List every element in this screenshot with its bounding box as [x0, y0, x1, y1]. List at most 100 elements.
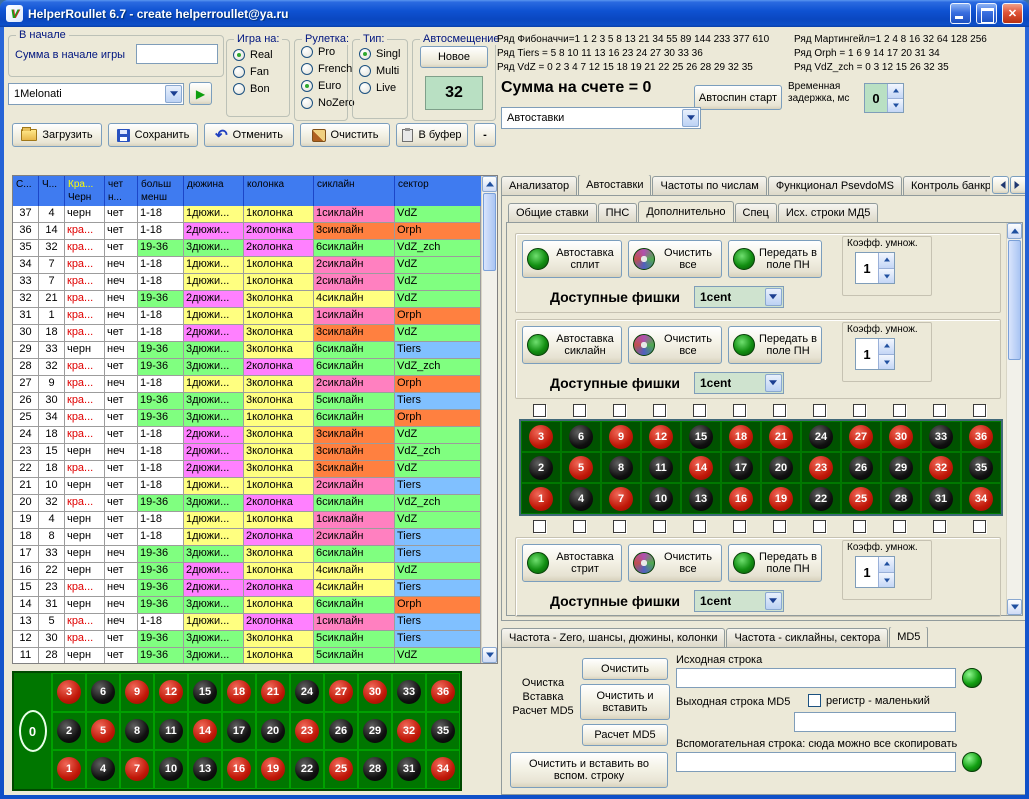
- board-cell[interactable]: 13: [188, 750, 222, 789]
- board-cell[interactable]: 29: [881, 452, 921, 483]
- autospin-start-button[interactable]: Автоспин старт: [694, 85, 782, 110]
- type-option-singl[interactable]: Singl: [359, 48, 400, 60]
- spinner-arrows[interactable]: [878, 253, 894, 283]
- bet-checkbox[interactable]: [613, 520, 626, 533]
- board-cell[interactable]: 15: [681, 421, 721, 452]
- main-tab-1[interactable]: Анализатор: [501, 176, 577, 195]
- main-tab-5[interactable]: Контроль банкрол: [903, 176, 990, 195]
- history-row[interactable]: 1733черннеч19-363дюжи...3колонка6сиклайн…: [13, 546, 481, 563]
- clear-button[interactable]: Очистить: [300, 123, 390, 147]
- board-cell[interactable]: 13: [681, 483, 721, 514]
- spinner-up-icon[interactable]: [879, 557, 894, 573]
- md5-calc-button[interactable]: Расчет MD5: [582, 724, 668, 746]
- board-cell[interactable]: 34: [961, 483, 1001, 514]
- tabs-scroll-right-icon[interactable]: [1010, 176, 1025, 194]
- board-cell[interactable]: 32: [392, 712, 426, 751]
- board-cell[interactable]: 11: [154, 712, 188, 751]
- dropdown-arrow-icon[interactable]: [765, 592, 782, 610]
- bet-checkbox[interactable]: [773, 520, 786, 533]
- sub-tab-4[interactable]: Спец: [735, 203, 777, 222]
- autobet-button[interactable]: Автоставка стрит: [522, 544, 622, 582]
- board-cell[interactable]: 6: [86, 673, 120, 712]
- bet-checkbox[interactable]: [613, 404, 626, 417]
- dropdown-arrow-icon[interactable]: [765, 374, 782, 392]
- source-string-input[interactable]: [676, 668, 956, 688]
- spinner-up-icon[interactable]: [879, 253, 894, 269]
- transfer-button[interactable]: Передать в поле ПН: [728, 544, 822, 582]
- board-cell[interactable]: 14: [681, 452, 721, 483]
- board-cell[interactable]: 31: [392, 750, 426, 789]
- board-cell[interactable]: 36: [426, 673, 460, 712]
- board-cell[interactable]: 12: [641, 421, 681, 452]
- board-cell[interactable]: 8: [120, 712, 154, 751]
- column-header[interactable]: Ч...: [39, 176, 65, 206]
- dropdown-arrow-icon[interactable]: [765, 288, 782, 306]
- spinner-down-icon[interactable]: [888, 99, 903, 113]
- coef-spinner[interactable]: 1: [855, 252, 895, 284]
- undo-button[interactable]: ↶ Отменить: [204, 123, 294, 147]
- dropdown-arrow-icon[interactable]: [165, 85, 182, 103]
- board-zero-cell[interactable]: 0: [14, 673, 52, 789]
- history-row[interactable]: 2832кра...чет19-363дюжи...2колонка6сикла…: [13, 359, 481, 376]
- transfer-button[interactable]: Передать в поле ПН: [728, 240, 822, 278]
- board-cell[interactable]: 4: [86, 750, 120, 789]
- history-row[interactable]: 2110чернчет1-181дюжи...1колонка2сиклайнT…: [13, 478, 481, 495]
- board-cell[interactable]: 17: [222, 712, 256, 751]
- history-row[interactable]: 135кра...неч1-181дюжи...2колонка1сиклайн…: [13, 614, 481, 631]
- helper-string-input[interactable]: [676, 752, 956, 772]
- board-cell[interactable]: 25: [841, 483, 881, 514]
- play-button[interactable]: ▶: [189, 82, 212, 105]
- bet-checkbox[interactable]: [573, 520, 586, 533]
- bet-checkbox[interactable]: [893, 520, 906, 533]
- save-button[interactable]: Сохранить: [108, 123, 198, 147]
- bet-checkbox[interactable]: [973, 404, 986, 417]
- board-cell[interactable]: 19: [761, 483, 801, 514]
- history-row[interactable]: 1431черннеч19-363дюжи...1колонка6сиклайн…: [13, 597, 481, 614]
- bet-checkbox[interactable]: [893, 404, 906, 417]
- bet-checkbox[interactable]: [533, 520, 546, 533]
- tabs-scroll-left-icon[interactable]: [992, 176, 1009, 194]
- board-cell[interactable]: 27: [841, 421, 881, 452]
- bet-checkbox[interactable]: [853, 520, 866, 533]
- bet-checkbox[interactable]: [733, 404, 746, 417]
- autobets-combobox[interactable]: Автоставки: [501, 107, 701, 129]
- board-cell[interactable]: 16: [222, 750, 256, 789]
- history-row[interactable]: 3018кра...чет1-182дюжи...3колонка3сиклай…: [13, 325, 481, 342]
- preset-combobox[interactable]: 1Melonati: [8, 83, 184, 105]
- maximize-button[interactable]: [976, 3, 997, 24]
- spinner-down-icon[interactable]: [879, 573, 894, 588]
- game-option-fan[interactable]: Fan: [233, 66, 273, 78]
- board-cell[interactable]: 4: [561, 483, 601, 514]
- board-cell[interactable]: 2: [521, 452, 561, 483]
- column-header[interactable]: дюжина: [184, 176, 244, 206]
- delay-spinner[interactable]: 0: [864, 83, 904, 113]
- main-tab-4[interactable]: Функционал PsevdoMS: [768, 176, 902, 195]
- board-cell[interactable]: 22: [290, 750, 324, 789]
- board-cell[interactable]: 5: [561, 452, 601, 483]
- type-option-live[interactable]: Live: [359, 82, 400, 94]
- board-cell[interactable]: 28: [358, 750, 392, 789]
- panel-scrollbar[interactable]: [1006, 223, 1022, 615]
- history-row[interactable]: 1230кра...чет19-363дюжи...3колонка5сикла…: [13, 631, 481, 648]
- board-cell[interactable]: 3: [52, 673, 86, 712]
- case-option[interactable]: регистр - маленький: [808, 694, 930, 707]
- bet-checkbox[interactable]: [813, 404, 826, 417]
- column-header[interactable]: сиклайн: [314, 176, 395, 206]
- board-cell[interactable]: 30: [881, 421, 921, 452]
- board-cell[interactable]: 1: [52, 750, 86, 789]
- board-cell[interactable]: 17: [721, 452, 761, 483]
- load-button[interactable]: Загрузить: [12, 123, 102, 147]
- board-cell[interactable]: 31: [921, 483, 961, 514]
- board-cell[interactable]: 7: [120, 750, 154, 789]
- board-cell[interactable]: 24: [290, 673, 324, 712]
- case-checkbox[interactable]: [808, 694, 821, 707]
- board-cell[interactable]: 1: [521, 483, 561, 514]
- minimize-button[interactable]: [950, 3, 971, 24]
- md5-clear-button[interactable]: Очистить: [582, 658, 668, 680]
- copy-to-buffer-button[interactable]: В буфер: [396, 123, 468, 147]
- freq-tab-3[interactable]: MD5: [889, 627, 928, 647]
- history-row[interactable]: 1128чернчет19-363дюжи...1колонка5сиклайн…: [13, 648, 481, 663]
- roulette-option-pro[interactable]: Pro: [301, 46, 355, 58]
- chips-combobox[interactable]: 1cent: [694, 590, 784, 612]
- start-sum-input[interactable]: [136, 44, 218, 64]
